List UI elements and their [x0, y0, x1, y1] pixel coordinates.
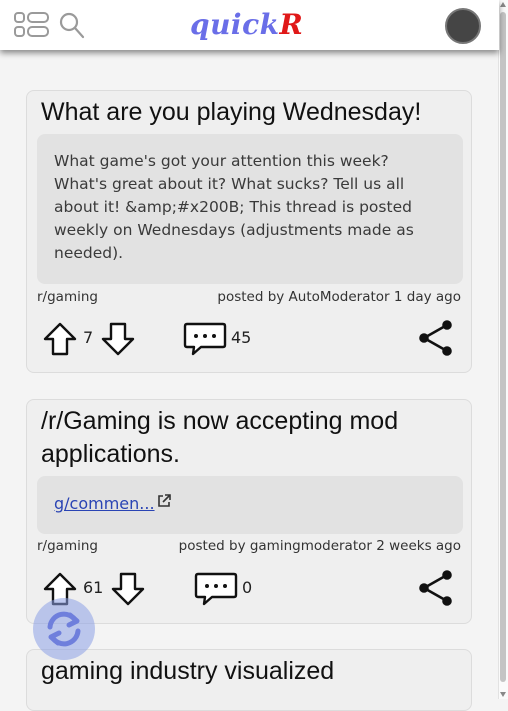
post-actions: 61 0	[27, 568, 471, 608]
post-title[interactable]: gaming industry visualized	[41, 655, 457, 688]
comment-icon[interactable]	[194, 572, 238, 610]
comment-count: 0	[242, 578, 253, 597]
comment-icon[interactable]	[183, 322, 227, 360]
post-actions: 7 45	[27, 318, 471, 358]
post-author-time: posted by AutoModerator 1 day ago	[217, 289, 461, 305]
subreddit-link[interactable]: r/gaming	[37, 289, 98, 305]
post-card[interactable]: What are you playing Wednesday! What gam…	[26, 90, 472, 373]
post-link-box: g/commen...	[37, 476, 463, 534]
post-link[interactable]: g/commen...	[54, 494, 155, 513]
post-card[interactable]: /r/Gaming is now accepting mod applicati…	[26, 399, 472, 624]
scroll-up-arrow[interactable]	[500, 2, 506, 7]
scrollbar[interactable]	[498, 0, 508, 699]
refresh-button[interactable]	[33, 598, 95, 660]
logo-accent: R	[279, 8, 304, 41]
vote-count: 61	[83, 578, 104, 597]
logo-main: quick	[190, 8, 280, 41]
post-body: What game's got your attention this week…	[37, 134, 463, 284]
post-card[interactable]: gaming industry visualized	[26, 649, 472, 711]
app-header: quickR	[0, 0, 499, 50]
downvote-icon[interactable]	[101, 322, 135, 360]
scroll-thumb[interactable]	[500, 12, 506, 682]
refresh-icon	[47, 611, 81, 647]
upvote-icon[interactable]	[43, 322, 77, 360]
share-icon[interactable]	[419, 570, 453, 610]
scroll-down-arrow[interactable]	[500, 692, 506, 697]
vote-count: 7	[83, 328, 94, 347]
avatar[interactable]	[445, 8, 481, 44]
subreddit-link[interactable]: r/gaming	[37, 538, 98, 554]
external-link-icon[interactable]	[156, 493, 172, 513]
app-logo[interactable]: quickR	[190, 8, 303, 41]
share-icon[interactable]	[419, 320, 453, 360]
post-body-text: What game's got your attention this week…	[54, 152, 414, 262]
post-title[interactable]: What are you playing Wednesday!	[41, 96, 457, 129]
comment-count: 45	[231, 328, 252, 347]
downvote-icon[interactable]	[111, 572, 145, 610]
post-author-time: posted by gamingmoderator 2 weeks ago	[178, 538, 461, 554]
search-icon[interactable]	[59, 11, 85, 43]
post-title[interactable]: /r/Gaming is now accepting mod applicati…	[41, 405, 457, 471]
grid-menu-icon[interactable]	[14, 12, 50, 42]
